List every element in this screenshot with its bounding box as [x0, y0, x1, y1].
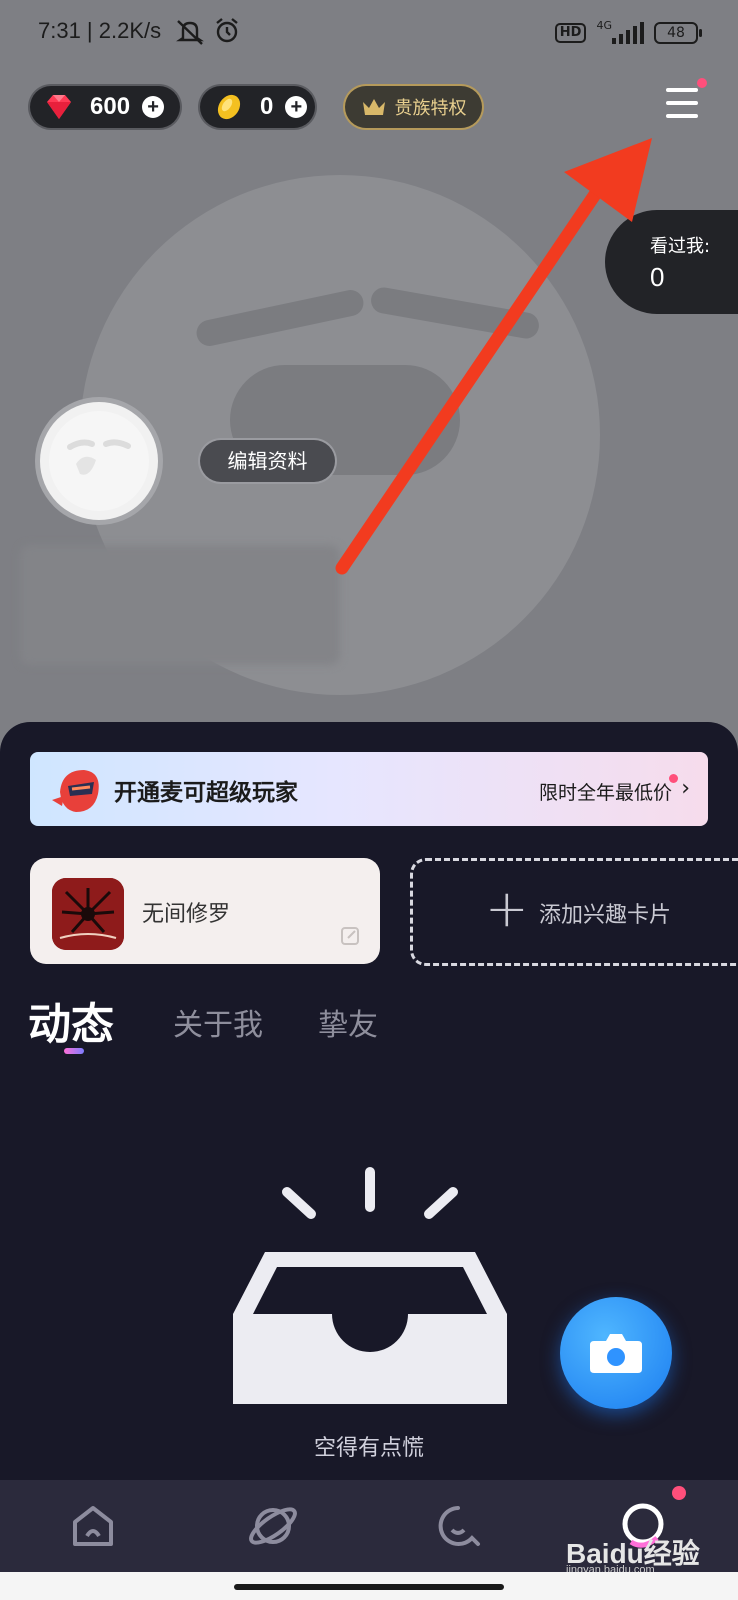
planet-icon[interactable]	[243, 1496, 303, 1556]
menu-notification-dot	[697, 78, 707, 88]
visitors-label: 看过我:	[650, 236, 711, 257]
game-icon	[52, 878, 124, 950]
interest-card-game[interactable]: 无间修罗	[30, 858, 380, 964]
empty-box-icon	[233, 1167, 507, 1404]
profile-header: 7:31 | 2.2K/s HD 4G 48 600 + 0 + 贵族特权 看过…	[0, 0, 738, 760]
noble-label: 贵族特权	[394, 98, 467, 118]
status-icons: HD 4G 48	[554, 18, 702, 46]
home-gesture-bar[interactable]	[234, 1584, 504, 1590]
chevron-right-icon: ›	[681, 776, 690, 801]
diamond-icon	[42, 90, 76, 124]
game-name: 无间修罗	[142, 902, 231, 927]
battery-icon: 48	[654, 22, 702, 44]
banner-title: 开通麦可超级玩家	[114, 780, 298, 806]
menu-button[interactable]	[660, 82, 706, 126]
add-card-label: 添加兴趣卡片	[539, 903, 672, 928]
camera-fab-button[interactable]	[560, 1297, 672, 1409]
add-coin-button[interactable]: +	[285, 96, 308, 118]
visitors-panel[interactable]: 看过我: 0	[605, 210, 738, 314]
status-time: 7:31 | 2.2K/s	[38, 18, 162, 43]
noble-privilege-button[interactable]: 贵族特权	[345, 86, 482, 128]
home-icon[interactable]	[63, 1496, 123, 1556]
coin-icon	[212, 90, 246, 124]
hd-badge: HD	[554, 23, 587, 43]
tab-close-friends[interactable]: 挚友	[318, 1000, 378, 1044]
camera-icon	[590, 1334, 642, 1373]
visitors-count: 0	[650, 262, 665, 292]
edit-profile-button[interactable]: 编辑资料	[200, 440, 335, 482]
baidu-watermark: Baidu经验 jingyan.baidu.com	[566, 1532, 700, 1576]
diamond-count: 600	[90, 93, 131, 120]
diamond-balance[interactable]: 600 +	[30, 86, 180, 128]
banner-notification-dot	[669, 774, 678, 783]
coin-count: 0	[260, 93, 274, 120]
super-player-banner[interactable]: 开通麦可超级玩家 限时全年最低价 ›	[30, 752, 708, 826]
empty-state-text: 空得有点慌	[313, 1436, 424, 1461]
signal-icon	[612, 22, 644, 44]
network-type: 4G	[596, 18, 612, 32]
tab-indicator	[64, 1048, 84, 1054]
tab-about-me[interactable]: 关于我	[173, 1000, 263, 1044]
profile-notification-dot	[672, 1486, 686, 1500]
add-interest-card-button[interactable]: + 添加兴趣卡片	[410, 858, 738, 966]
edit-icon[interactable]	[340, 926, 360, 946]
banner-subtitle: 限时全年最低价	[538, 782, 672, 804]
mascot-icon	[52, 770, 99, 812]
chat-bubble-icon[interactable]	[428, 1496, 488, 1556]
coin-balance[interactable]: 0 +	[200, 86, 315, 128]
add-diamond-button[interactable]: +	[142, 96, 165, 118]
plus-icon: +	[485, 879, 529, 939]
crown-icon	[362, 99, 385, 115]
content-sheet: 开通麦可超级玩家 限时全年最低价 › 无间修罗 + 添加兴趣卡片 动态 关于我 …	[0, 722, 738, 1482]
status-bar: 7:31 | 2.2K/s HD 4G 48	[0, 0, 738, 64]
gesture-bar-area	[0, 1572, 738, 1600]
tab-moments[interactable]: 动态	[28, 990, 114, 1052]
alarm-icon	[216, 18, 238, 43]
blurred-profile-info	[20, 545, 340, 665]
mute-icon	[176, 20, 204, 45]
profile-screen: 7:31 | 2.2K/s HD 4G 48 600 + 0 + 贵族特权 看过…	[0, 0, 738, 1600]
avatar[interactable]	[40, 402, 158, 520]
